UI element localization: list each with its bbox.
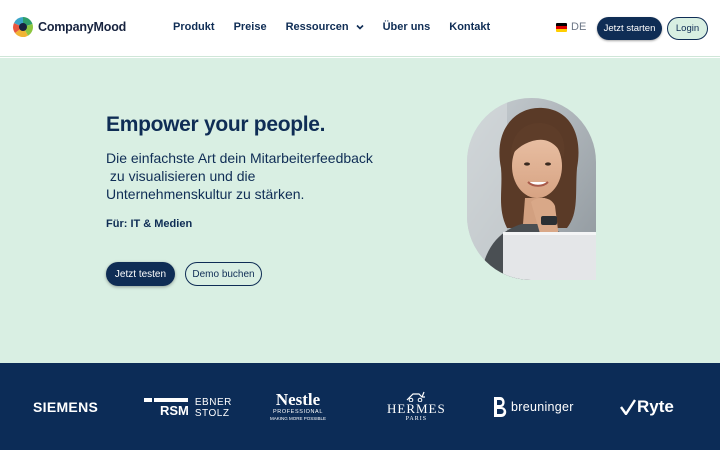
nav-ressourcen-label: Ressourcen — [285, 21, 349, 33]
hermes-logo-text: HERMES — [387, 401, 446, 416]
login-button[interactable]: Login — [667, 17, 708, 40]
nestle-logo-text: Nestle — [275, 390, 321, 409]
language-selector[interactable]: DE — [556, 21, 586, 33]
brand-name: CompanyMood — [38, 20, 127, 34]
ryte-logo-text: Ryte — [637, 397, 674, 416]
nav-ueber-uns-label: Über uns — [382, 21, 431, 33]
nav-produkt-label: Produkt — [173, 21, 215, 33]
nav-kontakt-label: Kontakt — [449, 21, 491, 33]
breuninger-logo-text: breuninger — [511, 400, 574, 414]
ryte-check-icon — [620, 399, 636, 415]
main-navigation: Produkt Preise Ressourcen Über uns Konta… — [173, 21, 509, 33]
breuninger-b-icon — [494, 397, 507, 417]
hero-subtitle-line: Unternehmenskultur zu stärken. — [106, 186, 305, 202]
nestle-professional-text: PROFESSIONAL — [273, 409, 323, 415]
hermes-paris-logo: HERMES PARIS — [387, 390, 446, 422]
demo-buchen-button[interactable]: Demo buchen — [185, 262, 262, 286]
stolz-text: STOLZ — [194, 408, 230, 419]
siemens-logo: SIEMENS — [33, 399, 98, 415]
nav-produkt[interactable]: Produkt — [173, 21, 215, 33]
paris-text: PARIS — [405, 416, 428, 422]
language-label: DE — [571, 21, 587, 33]
portrait-illustration — [467, 98, 596, 280]
rsm-ebner-stolz-logo: RSM EBNER STOLZ — [144, 397, 232, 419]
nav-kontakt[interactable]: Kontakt — [449, 21, 490, 33]
german-flag-icon — [556, 22, 567, 32]
jetzt-testen-button[interactable]: Jetzt testen — [106, 262, 175, 286]
target-audience: Für: IT & Medien — [106, 218, 193, 230]
nav-preise[interactable]: Preise — [234, 21, 267, 33]
hero-title: Empower your people. — [106, 113, 326, 136]
brand-logo[interactable]: CompanyMood — [12, 16, 126, 38]
hero-subtitle-line: Die einfachste Art dein Mitarbeiterfeedb… — [106, 150, 373, 166]
rsm-logo-text: RSM — [160, 403, 189, 418]
nav-preise-label: Preise — [233, 21, 267, 33]
ebner-text: EBNER — [194, 397, 232, 408]
hero-section: Empower your people. Die einfachste Art … — [0, 58, 720, 363]
client-logos-band: SIEMENS RSM EBNER STOLZ Nestle PROFESSIO… — [0, 363, 720, 450]
nav-ressourcen[interactable]: Ressourcen — [286, 21, 364, 33]
siemens-logo-text: SIEMENS — [33, 399, 99, 415]
hero-portrait-image — [467, 98, 596, 280]
chevron-down-icon — [356, 24, 364, 30]
nav-ueber-uns[interactable]: Über uns — [383, 21, 431, 33]
ryte-logo: Ryte — [620, 397, 674, 417]
site-header: CompanyMood Produkt Preise Ressourcen Üb… — [0, 0, 720, 57]
companymood-logo-icon — [13, 17, 33, 38]
hero-subtitle: Die einfachste Art dein Mitarbeiterfeedb… — [106, 149, 386, 203]
jetzt-starten-button[interactable]: Jetzt starten — [597, 17, 662, 40]
nestle-tagline-text: MAKING MORE POSSIBLE — [270, 416, 327, 421]
breuninger-logo: breuninger — [492, 396, 574, 418]
nestle-professional-logo: Nestle PROFESSIONAL MAKING MORE POSSIBLE — [270, 391, 326, 421]
hero-subtitle-line: zu visualisieren und die — [106, 168, 256, 184]
